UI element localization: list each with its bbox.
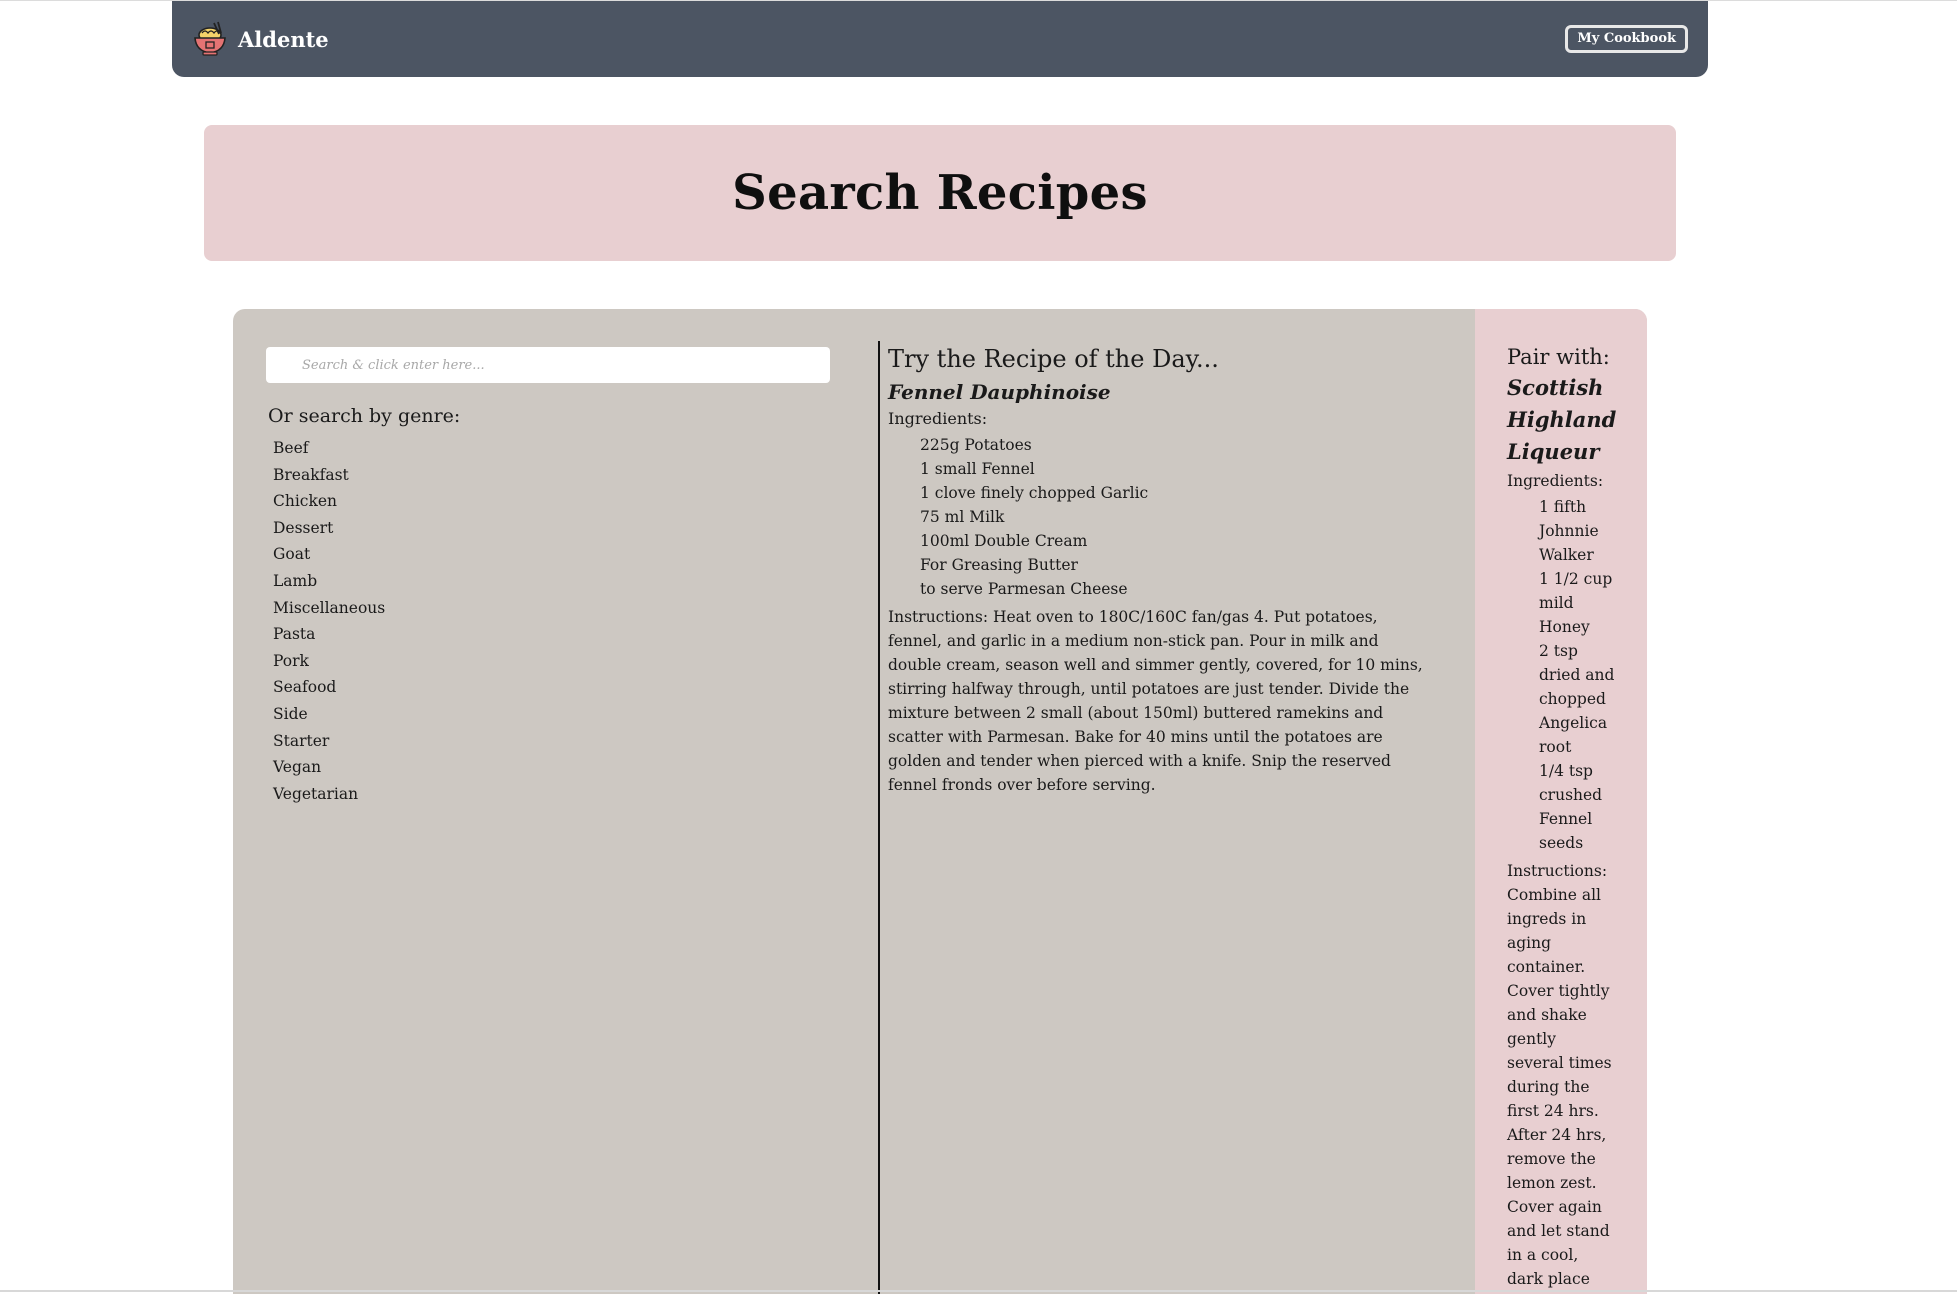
- genre-item-pork[interactable]: Pork: [273, 648, 385, 675]
- ingredient-item: 1 small Fennel: [920, 460, 1035, 478]
- pairing-ingredients-list: 1 fifth Johnnie Walker 1 1/2 cup mild Ho…: [1507, 495, 1619, 855]
- genre-item-lamb[interactable]: Lamb: [273, 568, 385, 595]
- brand-name: Aldente: [238, 26, 329, 52]
- genre-item-breakfast[interactable]: Breakfast: [273, 462, 385, 489]
- pairing-drink-name[interactable]: Scottish Highland Liqueur: [1507, 372, 1617, 468]
- genre-item-miscellaneous[interactable]: Miscellaneous: [273, 595, 385, 622]
- genre-item-chicken[interactable]: Chicken: [273, 488, 385, 515]
- ingredient-item: For Greasing Butter: [920, 556, 1078, 574]
- genre-item-starter[interactable]: Starter: [273, 728, 385, 755]
- drink-pairing: Pair with: Scottish Highland Liqueur Ing…: [1475, 309, 1647, 1294]
- pairing-ingredients-label: Ingredients:: [1507, 472, 1604, 490]
- noodle-bowl-icon: [194, 21, 226, 56]
- pairing-instructions: Instructions: Combine all ingreds in agi…: [1507, 862, 1612, 1288]
- pairing-ingredient-item: 1 1/2 cup mild Honey: [1539, 570, 1613, 636]
- genre-item-pasta[interactable]: Pasta: [273, 621, 385, 648]
- navbar: Aldente My Cookbook: [172, 1, 1708, 77]
- ingredient-item: 75 ml Milk: [920, 508, 1005, 526]
- recipe-of-the-day-heading: Try the Recipe of the Day...: [888, 345, 1219, 373]
- pairing-ingredient-item: 1/4 tsp crushed Fennel seeds: [1539, 762, 1603, 852]
- genre-item-seafood[interactable]: Seafood: [273, 674, 385, 701]
- hero-banner: Search Recipes: [204, 125, 1676, 261]
- brand[interactable]: Aldente: [190, 19, 329, 59]
- search-input[interactable]: [266, 347, 830, 383]
- ingredient-item: 1 clove finely chopped Garlic: [920, 484, 1149, 502]
- genre-item-goat[interactable]: Goat: [273, 541, 385, 568]
- page-title: Search Recipes: [732, 165, 1148, 221]
- ingredient-item: 225g Potatoes: [920, 436, 1032, 454]
- pairing-ingredient-item: 1 fifth Johnnie Walker: [1539, 498, 1599, 564]
- genre-item-beef[interactable]: Beef: [273, 435, 385, 462]
- ingredients-label: Ingredients:: [888, 409, 988, 428]
- ingredient-item: 100ml Double Cream: [920, 532, 1088, 550]
- genre-list: Beef Breakfast Chicken Dessert Goat Lamb…: [273, 435, 385, 807]
- recipe-instructions: Instructions: Heat oven to 180C/160C fan…: [888, 608, 1423, 794]
- genre-item-dessert[interactable]: Dessert: [273, 515, 385, 542]
- pairing-heading: Pair with:: [1507, 345, 1610, 369]
- genre-item-vegetarian[interactable]: Vegetarian: [273, 781, 385, 808]
- my-cookbook-button[interactable]: My Cookbook: [1565, 25, 1688, 53]
- genre-item-side[interactable]: Side: [273, 701, 385, 728]
- ingredient-item: to serve Parmesan Cheese: [920, 580, 1128, 598]
- ingredients-list: 225g Potatoes 1 small Fennel 1 clove fin…: [888, 433, 1433, 601]
- column-divider: [878, 341, 880, 1294]
- genre-item-vegan[interactable]: Vegan: [273, 754, 385, 781]
- pairing-ingredient-item: 2 tsp dried and chopped Angelica root: [1539, 642, 1615, 756]
- recipe-of-the-day: Try the Recipe of the Day... Fennel Daup…: [888, 341, 1433, 797]
- main-panel: Or search by genre: Beef Breakfast Chick…: [233, 309, 1647, 1294]
- recipe-name[interactable]: Fennel Dauphinoise: [888, 377, 1433, 407]
- genre-heading: Or search by genre:: [268, 405, 461, 427]
